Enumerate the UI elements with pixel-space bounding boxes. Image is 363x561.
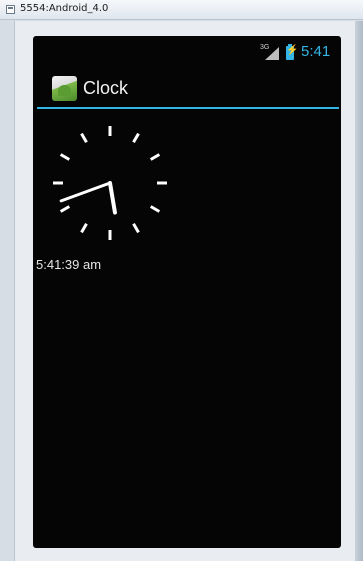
clock-tick-7 <box>80 222 88 234</box>
action-bar-divider <box>37 107 339 109</box>
charging-bolt-icon: ⚡ <box>286 45 299 56</box>
clock-minute-hand <box>59 181 112 203</box>
clock-tick-2 <box>149 153 161 161</box>
analog-clock <box>53 126 167 240</box>
clock-tick-4 <box>149 205 161 213</box>
clock-tick-1 <box>132 132 140 144</box>
clock-tick-11 <box>80 132 88 144</box>
emulator-side-panel <box>355 21 363 561</box>
window-title: 5554:Android_4.0 <box>20 3 109 14</box>
clock-hour-hand <box>108 181 117 215</box>
status-bar: 3G ⚡ 5:41 <box>33 36 341 66</box>
signal-strength-icon <box>265 47 279 60</box>
emulator-titlebar: 5554:Android_4.0 <box>0 0 363 20</box>
android-app-icon[interactable] <box>52 76 77 101</box>
android-screen: 3G ⚡ 5:41 Clock 5:41:39 am <box>33 36 341 548</box>
clock-tick-8 <box>59 205 71 213</box>
clock-tick-10 <box>59 153 71 161</box>
app-title: Clock <box>83 78 129 98</box>
status-clock: 5:41 <box>301 43 331 60</box>
digital-time-readout: 5:41:39 am <box>36 257 102 272</box>
clock-tick-5 <box>132 222 140 234</box>
action-bar: Clock <box>33 71 341 107</box>
window-app-icon <box>6 5 15 14</box>
